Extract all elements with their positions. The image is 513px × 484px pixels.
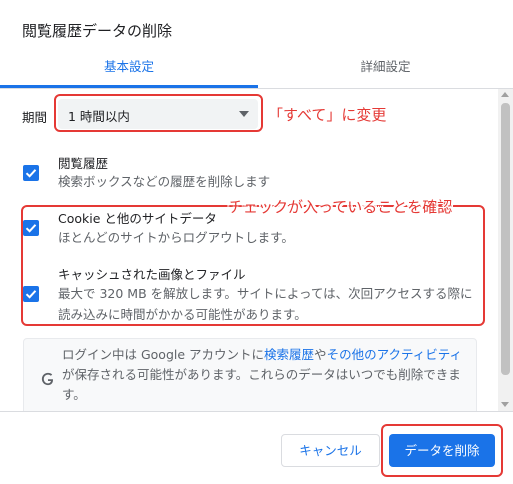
other-activity-link[interactable]: その他のアクティビティ [327,347,462,362]
checkmark-icon [25,169,37,178]
annotation-items-note: チェックが入っていることを確認 [228,198,453,216]
search-history-link[interactable]: 検索履歴 [264,347,314,362]
annotation-box-items [21,205,485,326]
info-text-3: が保存される可能性があります。これらのデータはいつでも削除できます。 [62,367,461,402]
period-label: 期間 [22,110,48,125]
clear-browsing-data-dialog: 閲覧履歴データの削除 基本設定 詳細設定 期間 1 時間以内 「すべて」に変更 … [0,0,513,484]
scroll-down-arrow-icon[interactable] [501,402,509,407]
account-info-box: ログイン中は Google アカウントに検索履歴やその他のアクティビティが保存さ… [23,338,477,411]
account-info-text: ログイン中は Google アカウントに検索履歴やその他のアクティビティが保存さ… [62,345,472,405]
info-text-2: や [314,347,327,362]
history-desc: 検索ボックスなどの履歴を削除します [58,174,271,189]
scroll-thumb[interactable] [501,103,510,375]
info-text-1: ログイン中は Google アカウントに [62,347,265,362]
active-tab-indicator [0,85,258,88]
history-checkbox[interactable] [23,165,39,181]
dialog-footer: キャンセル データを削除 [0,411,513,484]
annotation-box-delete [381,424,503,477]
content-scrollbar[interactable] [498,89,513,411]
history-title: 閲覧履歴 [58,156,109,171]
tab-advanced[interactable]: 詳細設定 [258,52,513,88]
annotation-select-note: 「すべて」に変更 [268,106,387,124]
dialog-content: 期間 1 時間以内 「すべて」に変更 閲覧履歴 検索ボックスなどの履歴を削除しま… [0,89,498,411]
tab-bar: 基本設定 詳細設定 [0,52,513,89]
tab-basic[interactable]: 基本設定 [0,52,258,88]
cancel-button[interactable]: キャンセル [281,434,380,467]
dialog-title: 閲覧履歴データの削除 [22,22,173,40]
scroll-up-arrow-icon[interactable] [501,92,509,97]
annotation-box-select [54,94,263,132]
google-g-icon [41,372,53,386]
